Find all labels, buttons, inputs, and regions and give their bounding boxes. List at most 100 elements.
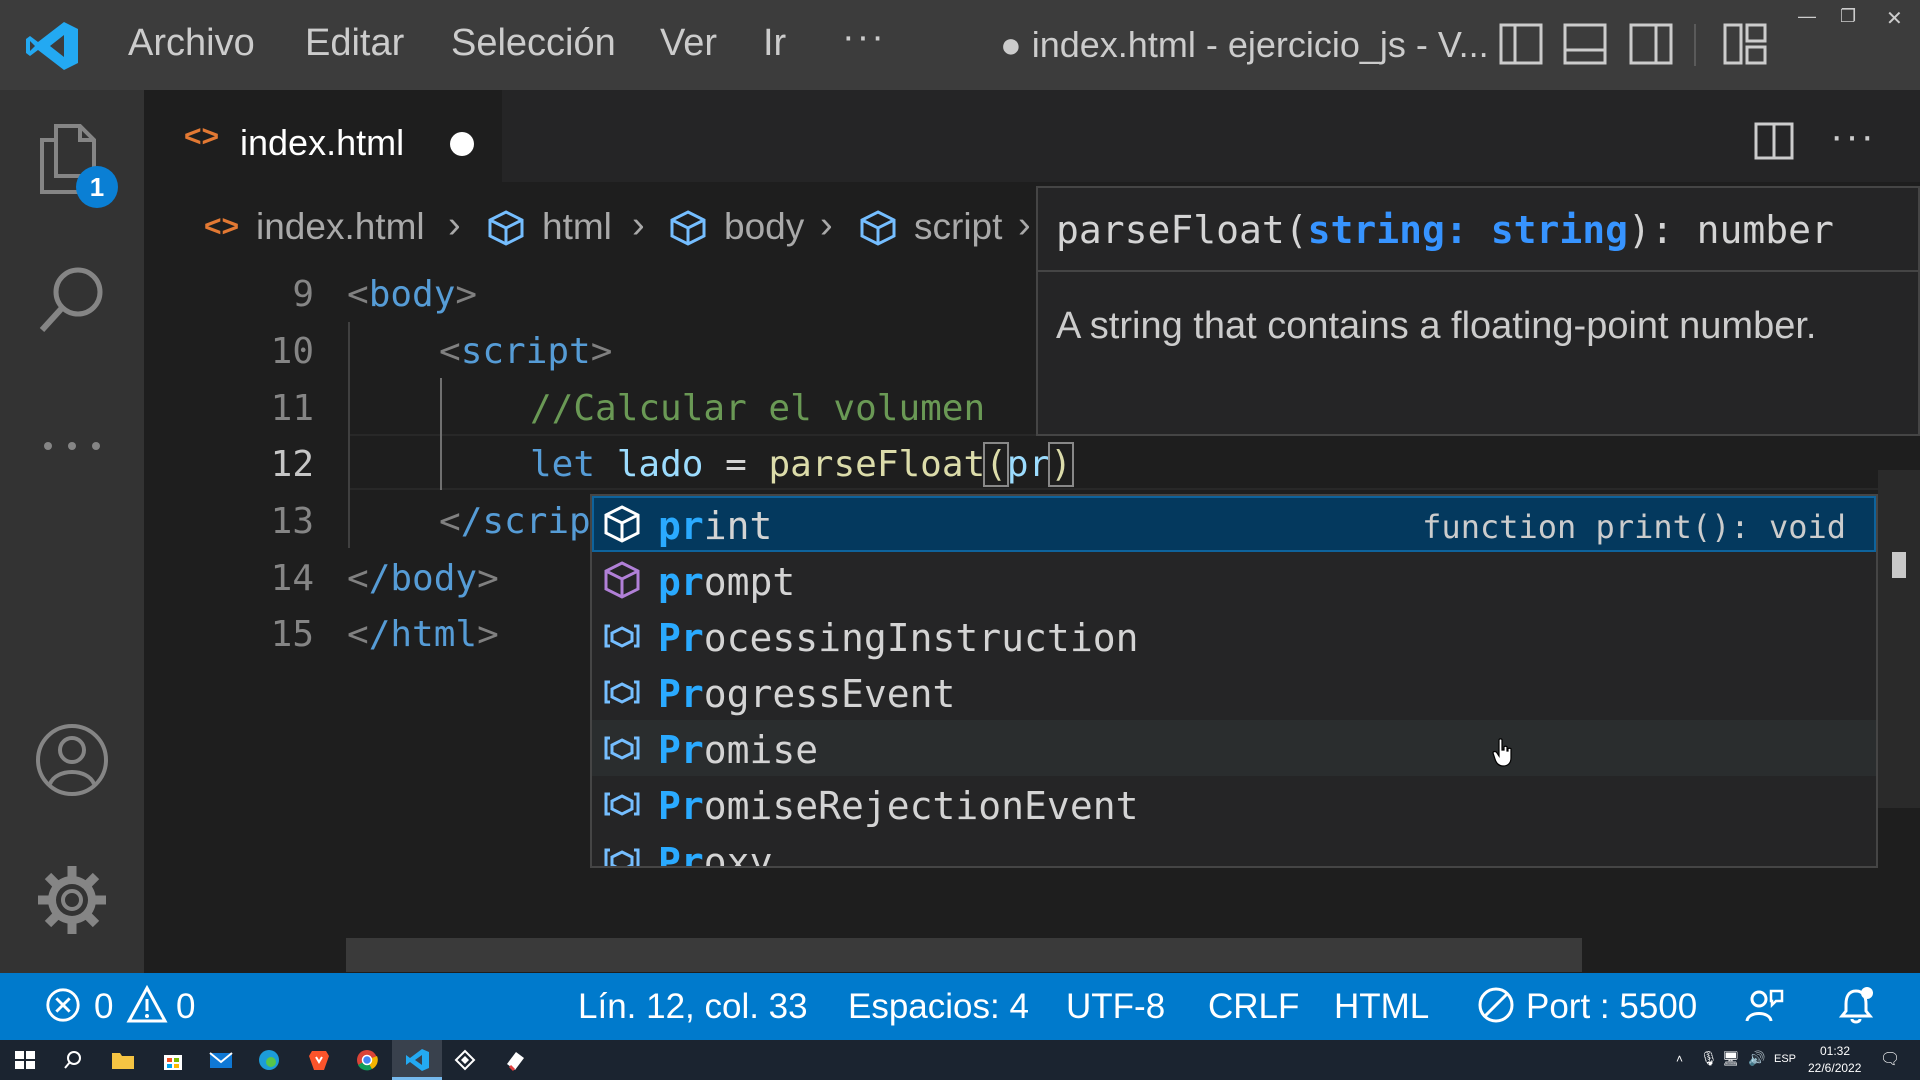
suggestion-item[interactable]: print function print(): void <box>592 496 1876 552</box>
error-count[interactable]: 0 <box>94 987 113 1027</box>
encoding[interactable]: UTF-8 <box>1066 987 1165 1027</box>
tray-chevron-up-icon[interactable]: ˄ <box>1676 1052 1683 1066</box>
menu-more[interactable]: ··· <box>842 16 886 59</box>
title-bar: Archivo Editar Selección Ver Ir ··· ● in… <box>0 0 1920 90</box>
suggestion-item[interactable]: prompt <box>592 552 1876 608</box>
code-operator: = <box>703 444 769 485</box>
restore-icon[interactable]: ❐ <box>1840 6 1856 27</box>
app-taskbar-icon[interactable] <box>502 1048 528 1072</box>
windows-taskbar: ˄ 🎙 🖥 🔊 ESP 01:32 22/6/2022 🗨 <box>0 1040 1920 1080</box>
store-icon[interactable] <box>160 1048 186 1072</box>
toggle-panel-icon[interactable] <box>1562 22 1608 66</box>
suggestion-item[interactable]: ProcessingInstruction <box>592 608 1876 664</box>
search-icon[interactable] <box>34 262 110 338</box>
menu-ver[interactable]: Ver <box>660 22 717 65</box>
suggestion-item[interactable]: ProgressEvent <box>592 664 1876 720</box>
variable-icon <box>604 792 640 816</box>
manage-gear-icon[interactable] <box>34 862 110 938</box>
split-editor-icon[interactable] <box>1754 122 1794 160</box>
breadcrumb-body[interactable]: body <box>724 206 804 248</box>
input-language[interactable]: ESP <box>1774 1053 1796 1065</box>
notifications-bell-icon[interactable] <box>1836 985 1876 1025</box>
toggle-secondary-sidebar-icon[interactable] <box>1628 22 1674 66</box>
editor-tab-bar: <> index.html ··· <box>144 90 1920 182</box>
signature-colon: : <box>1444 208 1491 252</box>
suggestion-label: ProcessingInstruction <box>658 616 1139 660</box>
line-number-active: 12 <box>270 444 314 485</box>
error-icon[interactable] <box>44 985 82 1025</box>
accounts-icon[interactable] <box>34 722 110 798</box>
code-argument: pr <box>1006 444 1051 485</box>
element-cube-icon <box>670 210 706 246</box>
chevron-right-icon: › <box>448 204 461 246</box>
breadcrumb-html[interactable]: html <box>542 206 612 248</box>
cursor-position[interactable]: Lín. 12, col. 33 <box>578 987 808 1027</box>
mail-icon[interactable] <box>208 1048 234 1072</box>
menu-ir[interactable]: Ir <box>763 22 786 65</box>
breadcrumb-script[interactable]: script <box>914 206 1002 248</box>
hand-cursor-icon <box>1492 738 1512 767</box>
code-line-13: </scrip <box>439 501 591 542</box>
menu-archivo[interactable]: Archivo <box>128 22 255 65</box>
more-actions-icon[interactable]: ··· <box>1830 114 1876 159</box>
indentation[interactable]: Espacios: 4 <box>848 987 1029 1027</box>
taskbar-search-icon[interactable] <box>60 1048 86 1072</box>
breadcrumb-file[interactable]: index.html <box>256 206 425 248</box>
volume-icon[interactable]: 🔊 <box>1748 1050 1765 1067</box>
code-function: parseFloat <box>768 444 986 485</box>
suggestion-label: PromiseRejectionEvent <box>658 784 1139 828</box>
app-taskbar-icon[interactable] <box>452 1048 478 1072</box>
windows-start-icon[interactable] <box>12 1048 38 1072</box>
end-of-line[interactable]: CRLF <box>1208 987 1299 1027</box>
suggestion-item[interactable]: Promise <box>592 720 1876 776</box>
signature: parseFloat(string: string): number <box>1056 208 1834 252</box>
chevron-right-icon: › <box>1018 204 1031 246</box>
vscode-taskbar-icon[interactable] <box>404 1048 430 1072</box>
close-window-icon[interactable]: ✕ <box>1886 6 1903 31</box>
suggestion-item[interactable]: Proxy <box>592 832 1876 866</box>
suggestion-item[interactable]: PromiseRejectionEvent <box>592 776 1876 832</box>
notification-center-icon[interactable]: 🗨 <box>1880 1049 1900 1069</box>
port-circle-slash-icon[interactable] <box>1476 985 1516 1025</box>
clock-time[interactable]: 01:32 <box>1820 1044 1850 1058</box>
microphone-icon[interactable]: 🎙 <box>1700 1050 1718 1067</box>
tab-index-html[interactable]: <> index.html <box>144 90 502 182</box>
live-server-port[interactable]: Port : 5500 <box>1526 987 1697 1027</box>
menu-editar[interactable]: Editar <box>305 22 404 65</box>
menu-seleccion[interactable]: Selección <box>451 22 616 65</box>
minimize-icon[interactable]: — <box>1798 6 1816 27</box>
code-line-10: <script> <box>439 331 613 372</box>
vertical-scrollbar[interactable] <box>1878 470 1920 808</box>
signature-param-name: string <box>1307 208 1445 252</box>
code-line-12: let lado = parseFloat(pr) <box>530 442 1074 487</box>
more-views-icon[interactable] <box>34 408 110 484</box>
code-tag: /html <box>368 614 478 655</box>
file-explorer-icon[interactable] <box>110 1048 136 1072</box>
warning-count[interactable]: 0 <box>176 987 195 1027</box>
edge-browser-icon[interactable] <box>256 1048 282 1072</box>
brave-browser-icon[interactable] <box>306 1048 332 1072</box>
status-bar: 0 0 Lín. 12, col. 33 Espacios: 4 UTF-8 C… <box>0 973 1920 1040</box>
horizontal-scrollbar[interactable] <box>346 938 1582 972</box>
line-number: 10 <box>270 331 314 372</box>
code-variable: lado <box>616 444 704 485</box>
toggle-primary-sidebar-icon[interactable] <box>1498 22 1544 66</box>
language-mode[interactable]: HTML <box>1334 987 1429 1027</box>
customize-layout-icon[interactable] <box>1722 22 1768 66</box>
html-file-icon: <> <box>184 120 220 153</box>
chevron-right-icon: › <box>820 204 833 246</box>
vertical-scrollbar-thumb[interactable] <box>1892 552 1906 578</box>
feedback-icon[interactable] <box>1744 985 1784 1025</box>
chrome-browser-icon[interactable] <box>354 1048 380 1072</box>
line-number: 13 <box>270 501 314 542</box>
activity-bar: 1 <box>0 90 144 973</box>
unsaved-dot-icon[interactable] <box>450 132 474 156</box>
clock-date[interactable]: 22/6/2022 <box>1808 1061 1861 1075</box>
network-icon[interactable]: 🖥 <box>1722 1050 1740 1067</box>
code-tag: body <box>368 274 456 315</box>
chevron-right-icon: › <box>632 204 645 246</box>
vscode-logo-icon[interactable] <box>24 20 80 72</box>
suggest-widget: print function print(): void prompt Proc… <box>590 494 1878 868</box>
warning-icon[interactable] <box>126 985 168 1025</box>
element-cube-icon <box>860 210 896 246</box>
